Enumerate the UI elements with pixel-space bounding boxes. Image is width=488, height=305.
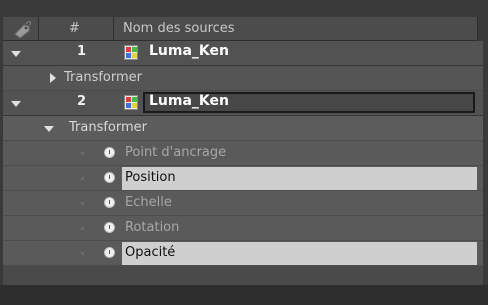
property-row-scale[interactable]: Echelle — [3, 191, 483, 216]
timeline-layer-panel: # Nom des sources 1 Luma_Ken Transformer… — [3, 17, 484, 285]
layer-number: 1 — [77, 44, 87, 59]
property-label: Rotation — [125, 220, 180, 235]
property-row-opacity[interactable]: Opacité — [3, 241, 483, 266]
twirl-right-icon[interactable] — [50, 73, 56, 83]
stopwatch-icon[interactable] — [104, 222, 115, 233]
property-row-rotation[interactable]: Rotation — [3, 216, 483, 241]
transform-group-1[interactable]: Transformer — [3, 66, 483, 91]
property-row-position[interactable]: Position — [3, 166, 483, 191]
transform-group-label: Transformer — [64, 70, 143, 85]
stopwatch-icon[interactable] — [104, 147, 115, 158]
transform-group-label: Transformer — [69, 120, 148, 135]
indent-dot — [81, 152, 84, 155]
label-tag-icon — [14, 21, 32, 39]
property-label: Echelle — [125, 195, 172, 210]
layer-name[interactable]: Luma_Ken — [149, 93, 229, 109]
indent-dot — [81, 227, 84, 230]
twirl-down-icon[interactable] — [11, 101, 21, 107]
source-name-column-label[interactable]: Nom des sources — [123, 21, 235, 36]
twirl-down-icon[interactable] — [44, 126, 54, 132]
bottom-bar — [0, 285, 488, 305]
property-row-anchor-point[interactable]: Point d'ancrage — [3, 141, 483, 166]
indent-dot — [81, 177, 84, 180]
stopwatch-icon[interactable] — [104, 247, 115, 258]
property-label: Point d'ancrage — [125, 145, 227, 160]
layer-row-1[interactable]: 1 Luma_Ken — [3, 41, 483, 66]
number-column-label: # — [69, 21, 80, 36]
top-strip — [0, 0, 488, 17]
column-header-row: # Nom des sources — [3, 17, 484, 41]
layer-name[interactable]: Luma_Ken — [149, 43, 229, 59]
layer-row-2[interactable]: 2 Luma_Ken — [3, 91, 483, 116]
property-label: Position — [125, 170, 176, 185]
footage-icon — [124, 95, 138, 110]
transform-group-2[interactable]: Transformer — [3, 116, 483, 141]
footage-icon — [124, 45, 138, 60]
layer-number: 2 — [77, 94, 87, 109]
label-column-header[interactable] — [3, 17, 39, 41]
indent-dot — [81, 202, 84, 205]
stopwatch-icon[interactable] — [104, 197, 115, 208]
property-label: Opacité — [125, 245, 176, 260]
indent-dot — [81, 252, 84, 255]
twirl-down-icon[interactable] — [11, 51, 21, 57]
stopwatch-icon[interactable] — [104, 172, 115, 183]
header-end-tab — [477, 17, 484, 41]
